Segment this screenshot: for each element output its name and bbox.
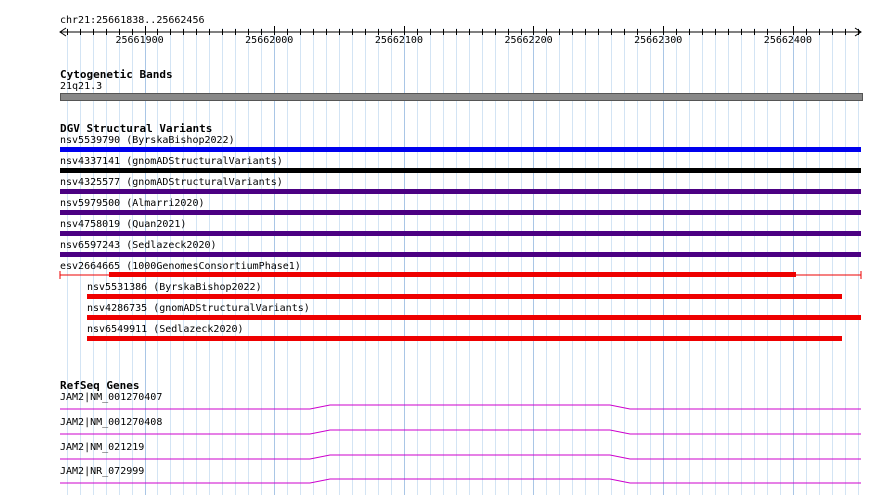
dgv-track-title: DGV Structural Variants (60, 122, 213, 135)
tick-label: 25661900 (115, 35, 164, 46)
tick-label: 25662300 (634, 35, 683, 46)
variant-label: nsv5531386 (ByrskaBishop2022) (87, 282, 262, 293)
cytoband-track-title: Cytogenetic Bands (60, 68, 173, 81)
gene-feature[interactable] (0, 403, 890, 411)
variant-label: nsv6549911 (Sedlazeck2020) (87, 324, 244, 335)
variant-feature[interactable] (87, 294, 842, 299)
tick-label: 25662000 (245, 35, 294, 46)
variant-feature[interactable] (87, 315, 861, 320)
variant-feature-with-range[interactable] (0, 270, 890, 280)
variant-label: nsv4286735 (gnomADStructuralVariants) (87, 303, 310, 314)
cytoband-feature[interactable] (60, 93, 863, 101)
variant-label: nsv5539790 (ByrskaBishop2022) (60, 135, 235, 146)
variant-label: nsv5979500 (Almarri2020) (60, 198, 205, 209)
variant-feature[interactable] (60, 189, 861, 194)
variant-label: nsv4337141 (gnomADStructuralVariants) (60, 156, 283, 167)
tick-label: 25662100 (374, 35, 423, 46)
variant-core[interactable] (109, 272, 796, 277)
tick-label: 25662400 (763, 35, 812, 46)
variant-feature[interactable] (60, 210, 861, 215)
gene-feature[interactable] (0, 428, 890, 436)
variant-label: nsv4758019 (Quan2021) (60, 219, 187, 230)
gene-feature[interactable] (0, 477, 890, 485)
tick-label: 25662200 (504, 35, 553, 46)
variant-feature[interactable] (60, 252, 861, 257)
ruler-ticks (67, 26, 859, 35)
variant-feature[interactable] (87, 336, 842, 341)
variant-feature[interactable] (60, 231, 861, 236)
gene-feature[interactable] (0, 453, 890, 461)
cytoband-label: 21q21.3 (60, 81, 103, 92)
variant-label: nsv4325577 (gnomADStructuralVariants) (60, 177, 283, 188)
refseq-track-title: RefSeq Genes (60, 379, 140, 392)
variant-feature[interactable] (60, 147, 861, 152)
variant-label: nsv6597243 (Sedlazeck2020) (60, 240, 217, 251)
variant-feature[interactable] (60, 168, 861, 173)
